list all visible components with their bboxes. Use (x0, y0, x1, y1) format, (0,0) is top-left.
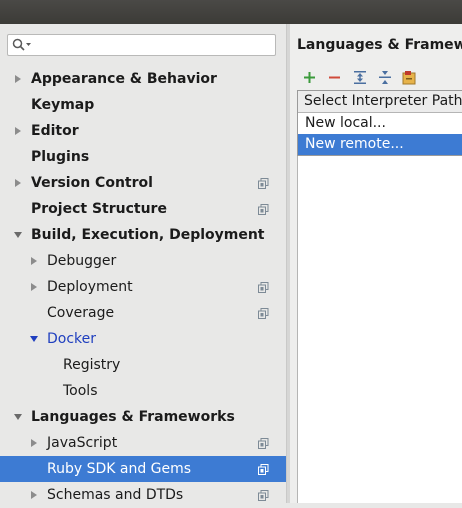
tree-item-languages-frameworks[interactable]: Languages & Frameworks (0, 404, 286, 430)
remove-button[interactable] (325, 68, 344, 87)
tree-item-label: Keymap (31, 97, 95, 113)
remove-icon (329, 76, 340, 79)
import-button[interactable] (400, 68, 419, 87)
tree-item-deployment[interactable]: Deployment (0, 274, 286, 300)
tree-item-plugins[interactable]: Plugins (0, 144, 286, 170)
expanded-arrow-icon[interactable] (13, 222, 23, 248)
tree-item-label: Docker (47, 331, 97, 347)
tree-item-label: Editor (31, 123, 79, 139)
expanded-arrow-icon[interactable] (13, 404, 23, 430)
collapsed-arrow-icon[interactable] (13, 170, 23, 196)
tree-item-label: Appearance & Behavior (31, 71, 217, 87)
search-input[interactable] (34, 36, 270, 54)
expanded-arrow-icon[interactable] (29, 326, 39, 352)
tree-item-schemas-and-dtds[interactable]: Schemas and DTDs (0, 482, 286, 508)
tree-item-appearance-behavior[interactable]: Appearance & Behavior (0, 66, 286, 92)
interpreter-popup-menu: Select Interpreter Path New local... New… (297, 90, 462, 156)
menu-item-new-local[interactable]: New local... (298, 113, 462, 134)
tree-item-label: Coverage (47, 305, 115, 321)
tree-item-label: Ruby SDK and Gems (47, 461, 192, 477)
project-level-icon (258, 438, 269, 449)
tree-item-label: Build, Execution, Deployment (31, 227, 265, 243)
tree-item-label: Schemas and DTDs (47, 487, 184, 503)
page-title: Languages & Framewor (297, 37, 462, 53)
popup-header: Select Interpreter Path (298, 91, 462, 113)
tree-item-editor[interactable]: Editor (0, 118, 286, 144)
expand-all-button[interactable] (350, 68, 369, 87)
tree-item-version-control[interactable]: Version Control (0, 170, 286, 196)
window-titlebar (0, 0, 462, 24)
tree-item-label: Project Structure (31, 201, 167, 217)
search-field[interactable] (7, 34, 276, 56)
tree-item-label: Deployment (47, 279, 133, 295)
import-icon (402, 71, 416, 85)
tree-item-ruby-sdk-and-gems[interactable]: Ruby SDK and Gems (0, 456, 286, 482)
project-level-icon (258, 204, 269, 215)
tree-item-coverage[interactable]: Coverage (0, 300, 286, 326)
collapse-all-icon (378, 71, 391, 84)
tree-item-label: Version Control (31, 175, 153, 191)
tree-item-project-structure[interactable]: Project Structure (0, 196, 286, 222)
tree-item-label: JavaScript (47, 435, 118, 451)
menu-item-new-remote[interactable]: New remote... (298, 134, 462, 155)
tree-item-build-execution-deployment[interactable]: Build, Execution, Deployment (0, 222, 286, 248)
project-level-icon (258, 490, 269, 501)
tree-item-label: Plugins (31, 149, 90, 165)
project-level-icon (258, 464, 269, 475)
settings-tree: Appearance & Behavior Keymap Editor Plugins… (0, 66, 286, 508)
add-icon (304, 72, 315, 83)
collapsed-arrow-icon[interactable] (29, 482, 39, 508)
collapse-all-button[interactable] (375, 68, 394, 87)
tree-item-label: Languages & Frameworks (31, 409, 235, 425)
add-button[interactable] (300, 68, 319, 87)
collapsed-arrow-icon[interactable] (29, 430, 39, 456)
tree-item-debugger[interactable]: Debugger (0, 248, 286, 274)
project-level-icon (258, 308, 269, 319)
settings-sidebar: Appearance & Behavior Keymap Editor Plugins… (0, 24, 286, 503)
tree-item-label: Debugger (47, 253, 117, 269)
project-level-icon (258, 282, 269, 293)
collapsed-arrow-icon[interactable] (29, 248, 39, 274)
interpreter-toolbar (300, 68, 419, 88)
expand-all-icon (353, 71, 366, 84)
tree-item-registry[interactable]: Registry (0, 352, 286, 378)
tree-item-javascript[interactable]: JavaScript (0, 430, 286, 456)
collapsed-arrow-icon[interactable] (29, 274, 39, 300)
settings-content: Languages & Framewor (290, 24, 462, 503)
tree-item-label: Registry (63, 357, 121, 373)
collapsed-arrow-icon[interactable] (13, 118, 23, 144)
tree-item-docker[interactable]: Docker (0, 326, 286, 352)
project-level-icon (258, 178, 269, 189)
search-icon[interactable] (12, 38, 32, 52)
tree-item-label: Tools (63, 383, 98, 399)
tree-item-tools[interactable]: Tools (0, 378, 286, 404)
collapsed-arrow-icon[interactable] (13, 66, 23, 92)
tree-item-keymap[interactable]: Keymap (0, 92, 286, 118)
